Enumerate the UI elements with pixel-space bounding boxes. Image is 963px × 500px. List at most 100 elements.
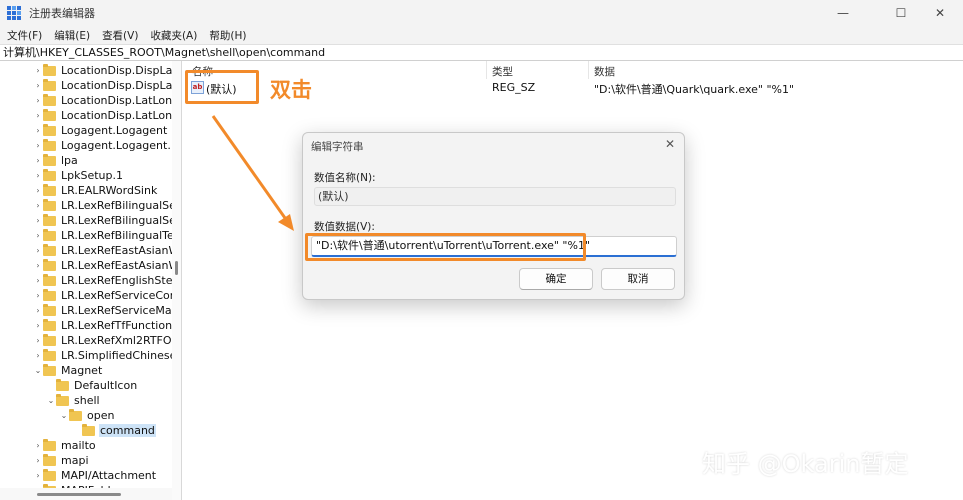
value-data: "D:\软件\普通\Quark\quark.exe" "%1" bbox=[594, 83, 795, 96]
tree-item[interactable]: › LR.LexRefBilingualSer bbox=[33, 213, 181, 228]
chevron-right-icon[interactable]: › bbox=[33, 291, 43, 300]
chevron-right-icon[interactable]: › bbox=[33, 231, 43, 240]
tree-item[interactable]: › LocationDisp.LatLong bbox=[33, 93, 180, 108]
chevron-down-icon[interactable]: ⌄ bbox=[33, 366, 43, 375]
tree-item[interactable]: ⌄ Magnet bbox=[33, 363, 103, 378]
tree-item[interactable]: › LR.LexRefBilingualTex bbox=[33, 228, 181, 243]
value-name-label: 数值名称(N): bbox=[314, 172, 376, 184]
close-button[interactable]: ✕ bbox=[917, 0, 963, 26]
tree-item-label: Logagent.Logagent bbox=[61, 124, 168, 137]
tree-item[interactable]: › LocationDisp.DispLatL bbox=[33, 63, 181, 78]
menu-edit[interactable]: 编辑(E) bbox=[48, 28, 96, 43]
tree-item[interactable]: ⌄ shell bbox=[46, 393, 101, 408]
highlight-box-value-data bbox=[305, 233, 586, 261]
chevron-down-icon[interactable]: ⌄ bbox=[59, 411, 69, 420]
tree-item[interactable]: › MAPI/Attachment bbox=[33, 468, 157, 483]
chevron-right-icon[interactable]: › bbox=[33, 276, 43, 285]
dialog-title: 编辑字符串 bbox=[311, 141, 364, 153]
minimize-button[interactable]: — bbox=[820, 0, 866, 26]
folder-icon bbox=[43, 168, 56, 181]
folder-icon bbox=[43, 243, 56, 256]
tree-item-label: LR.EALRWordSink bbox=[61, 184, 158, 197]
folder-icon bbox=[43, 348, 56, 361]
tree-item[interactable]: › LocationDisp.DispLatL bbox=[33, 78, 181, 93]
tree-item[interactable]: DefaultIcon bbox=[46, 378, 138, 393]
tree-item[interactable]: › LocationDisp.LatLong bbox=[33, 108, 180, 123]
chevron-right-icon[interactable]: › bbox=[33, 261, 43, 270]
tree-item[interactable]: › LR.LexRefXml2RTFOb bbox=[33, 333, 180, 348]
folder-icon bbox=[43, 183, 56, 196]
chevron-right-icon[interactable]: › bbox=[33, 96, 43, 105]
column-header-data[interactable]: 数据 bbox=[594, 64, 615, 79]
tree-item[interactable]: › LR.LexRefTfFunctionP bbox=[33, 318, 180, 333]
tree-item[interactable]: › LR.LexRefEastAsianWo bbox=[33, 243, 181, 258]
edit-string-dialog: 编辑字符串 ✕ 数值名称(N): (默认) 数值数据(V): "D:\软件\普通… bbox=[302, 132, 685, 300]
tree-item[interactable]: › LR.LexRefBilingualSer bbox=[33, 198, 181, 213]
menu-help[interactable]: 帮助(H) bbox=[203, 28, 252, 43]
tree-item[interactable]: › mapi bbox=[33, 453, 90, 468]
tree-item[interactable]: › LR.LexRefEastAsianWo bbox=[33, 258, 181, 273]
address-bar[interactable]: 计算机\HKEY_CLASSES_ROOT\Magnet\shell\open\… bbox=[0, 44, 963, 61]
tree-item[interactable]: › LR.SimplifiedChineseV bbox=[33, 348, 181, 363]
tree-vertical-scrollbar[interactable] bbox=[172, 61, 181, 500]
window-title: 注册表编辑器 bbox=[29, 7, 95, 20]
chevron-right-icon[interactable]: › bbox=[33, 456, 43, 465]
folder-icon bbox=[43, 108, 56, 121]
chevron-right-icon[interactable]: › bbox=[33, 201, 43, 210]
folder-icon bbox=[43, 363, 56, 376]
tree-item-label: Logagent.Logagent.1 bbox=[61, 139, 178, 152]
tree-item[interactable]: ⌄ open bbox=[59, 408, 115, 423]
column-header-type[interactable]: 类型 bbox=[492, 64, 513, 79]
chevron-right-icon[interactable]: › bbox=[33, 471, 43, 480]
menu-view[interactable]: 查看(V) bbox=[96, 28, 144, 43]
tree-item-label: command bbox=[99, 424, 156, 437]
tree-item[interactable]: › Logagent.Logagent.1 bbox=[33, 138, 179, 153]
watermark-text: 知乎 @Okarin暂定 bbox=[702, 450, 909, 478]
cancel-button[interactable]: 取消 bbox=[601, 268, 675, 290]
chevron-right-icon[interactable]: › bbox=[33, 171, 43, 180]
tree-hscroll-thumb[interactable] bbox=[37, 493, 121, 496]
folder-icon bbox=[43, 453, 56, 466]
title-bar: 注册表编辑器 — ☐ ✕ bbox=[0, 0, 963, 26]
chevron-right-icon[interactable]: › bbox=[33, 156, 43, 165]
chevron-right-icon[interactable]: › bbox=[33, 141, 43, 150]
folder-icon bbox=[56, 393, 69, 406]
tree-item[interactable]: › lpa bbox=[33, 153, 79, 168]
chevron-right-icon[interactable]: › bbox=[33, 246, 43, 255]
folder-icon bbox=[82, 423, 95, 436]
chevron-right-icon[interactable]: › bbox=[33, 306, 43, 315]
chevron-down-icon[interactable]: ⌄ bbox=[46, 396, 56, 405]
ok-button[interactable]: 确定 bbox=[519, 268, 593, 290]
chevron-right-icon[interactable]: › bbox=[33, 186, 43, 195]
tree-item-label: Magnet bbox=[61, 364, 103, 377]
chevron-right-icon[interactable]: › bbox=[33, 216, 43, 225]
chevron-right-icon[interactable]: › bbox=[33, 351, 43, 360]
folder-icon bbox=[43, 123, 56, 136]
chevron-right-icon[interactable]: › bbox=[33, 66, 43, 75]
tree-item[interactable]: › LR.LexRefServiceCont bbox=[33, 288, 181, 303]
tree-item[interactable]: › Logagent.Logagent bbox=[33, 123, 168, 138]
folder-icon bbox=[43, 93, 56, 106]
tree-item[interactable]: › mailto bbox=[33, 438, 97, 453]
tree-scroll-thumb[interactable] bbox=[175, 261, 178, 275]
menu-favorites[interactable]: 收藏夹(A) bbox=[144, 28, 203, 43]
tree-item[interactable]: › LR.LexRefEnglishStem bbox=[33, 273, 181, 288]
tree-item[interactable]: › LR.LexRefServiceMana bbox=[33, 303, 181, 318]
value-data-label: 数值数据(V): bbox=[314, 221, 375, 233]
tree-item-label: shell bbox=[74, 394, 100, 407]
tree-horizontal-scrollbar[interactable] bbox=[0, 488, 172, 500]
menu-file[interactable]: 文件(F) bbox=[0, 28, 48, 43]
tree-item[interactable]: › LpkSetup.1 bbox=[33, 168, 124, 183]
chevron-right-icon[interactable]: › bbox=[33, 321, 43, 330]
chevron-right-icon[interactable]: › bbox=[33, 441, 43, 450]
tree-item-label: MAPI/Attachment bbox=[61, 469, 157, 482]
chevron-right-icon[interactable]: › bbox=[33, 126, 43, 135]
chevron-right-icon[interactable]: › bbox=[33, 81, 43, 90]
tree-item[interactable]: command bbox=[72, 423, 156, 438]
chevron-right-icon[interactable]: › bbox=[33, 111, 43, 120]
menu-bar: 文件(F) 编辑(E) 查看(V) 收藏夹(A) 帮助(H) bbox=[0, 26, 963, 44]
tree-item[interactable]: › LR.EALRWordSink bbox=[33, 183, 158, 198]
tree-item-label: mapi bbox=[61, 454, 89, 467]
chevron-right-icon[interactable]: › bbox=[33, 336, 43, 345]
dialog-close-icon[interactable]: ✕ bbox=[665, 137, 675, 151]
